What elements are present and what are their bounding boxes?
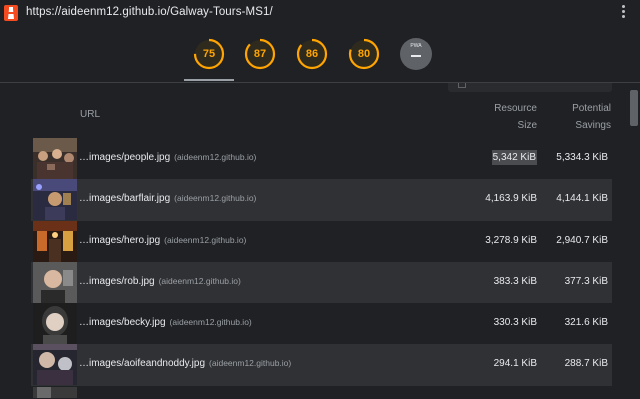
pwa-dash-icon <box>411 55 421 57</box>
column-header-potential-savings: Potential Savings <box>541 100 611 134</box>
score-value: 86 <box>305 48 319 60</box>
row-url[interactable]: …images/becky.jpg (aideenm12.github.io) <box>79 317 252 328</box>
pwa-badge[interactable]: PWA <box>400 38 432 70</box>
score-value: 80 <box>357 48 371 60</box>
row-url[interactable]: …images/aoifeandnoddy.jpg (aideenm12.gith… <box>79 358 291 369</box>
row-resource-size: 3,278.9 KiB <box>485 234 537 246</box>
address-bar: https://aideenm12.github.io/Galway-Tours… <box>0 0 640 26</box>
opportunity-details: URL Resource Size Potential Savings …ima… <box>0 83 640 399</box>
thumbnail-image <box>33 138 77 179</box>
header-line: Size <box>517 120 537 131</box>
row-resource-size: 383.3 KiB <box>493 275 537 287</box>
score-gauge-best-practices[interactable]: 86 <box>296 38 328 70</box>
filter-bar[interactable] <box>448 83 612 92</box>
table-row[interactable]: …images/becky.jpg (aideenm12.github.io) 3… <box>31 303 612 345</box>
table-row[interactable]: …images/hero.jpg (aideenm12.github.io) 3,… <box>31 220 612 262</box>
row-potential-savings: 5,334.3 KiB <box>556 152 608 163</box>
table-row-partial[interactable] <box>31 386 612 398</box>
row-potential-savings: 288.7 KiB <box>564 358 608 370</box>
row-path: …images/people.jpg <box>79 152 171 163</box>
thumbnail-image <box>33 344 77 386</box>
row-potential-savings: 2,940.7 KiB <box>556 234 608 246</box>
table-row[interactable]: …images/barflair.jpg (aideenm12.github.io… <box>31 179 612 221</box>
header-line: Savings <box>575 120 611 131</box>
pwa-label: PWA <box>410 43 422 49</box>
row-path: …images/aoifeandnoddy.jpg <box>79 358 206 370</box>
score-gauge-seo[interactable]: 80 <box>348 38 380 70</box>
url-text[interactable]: https://aideenm12.github.io/Galway-Tours… <box>26 6 273 18</box>
row-url[interactable]: …images/rob.jpg (aideenm12.github.io) <box>79 276 241 287</box>
row-potential-savings: 321.6 KiB <box>564 317 608 329</box>
search-icon <box>458 83 466 88</box>
score-summary: 75 87 86 80 PWA <box>0 26 640 83</box>
row-host: (aideenm12.github.io) <box>174 193 257 204</box>
score-gauge-accessibility[interactable]: 87 <box>244 38 276 70</box>
table-row[interactable]: …images/rob.jpg (aideenm12.github.io) 383… <box>31 261 612 304</box>
row-url[interactable]: …images/hero.jpg (aideenm12.github.io) <box>79 235 246 246</box>
table-row[interactable]: …images/people.jpg (aideenm12.github.io) … <box>31 138 612 179</box>
more-menu-icon[interactable] <box>622 5 626 21</box>
row-host: (aideenm12.github.io) <box>158 275 241 286</box>
row-path: …images/rob.jpg <box>79 275 155 287</box>
thumbnail-image <box>33 386 77 398</box>
row-path: …images/barflair.jpg <box>79 193 171 205</box>
row-url[interactable]: …images/barflair.jpg (aideenm12.github.io… <box>79 193 256 204</box>
lighthouse-icon <box>4 5 18 21</box>
table-row[interactable]: …images/aoifeandnoddy.jpg (aideenm12.gith… <box>31 344 612 386</box>
row-resource-size: 330.3 KiB <box>493 317 537 329</box>
score-gauge-performance[interactable]: 75 <box>193 38 225 70</box>
row-resource-size: 4,163.9 KiB <box>485 193 537 205</box>
row-url[interactable]: …images/people.jpg (aideenm12.github.io) <box>79 152 256 163</box>
row-host: (aideenm12.github.io) <box>169 317 252 328</box>
column-header-url: URL <box>80 109 101 120</box>
column-header-resource-size: Resource Size <box>470 100 537 134</box>
row-host: (aideenm12.github.io) <box>164 234 247 245</box>
header-line: Resource <box>494 103 537 114</box>
scrollbar-thumb[interactable] <box>630 90 638 126</box>
thumbnail-image <box>33 179 77 221</box>
active-tab-indicator <box>184 79 234 81</box>
row-resource-size: 294.1 KiB <box>493 358 537 370</box>
score-value: 75 <box>202 48 216 60</box>
row-path: …images/becky.jpg <box>79 317 166 329</box>
row-potential-savings: 377.3 KiB <box>564 275 608 287</box>
thumbnail-image <box>33 261 77 303</box>
row-resource-size: 5,342 KiB <box>491 150 537 165</box>
thumbnail-image <box>33 303 77 345</box>
row-host: (aideenm12.github.io) <box>209 358 292 369</box>
row-potential-savings: 4,144.1 KiB <box>556 193 608 205</box>
header-line: Potential <box>572 103 611 114</box>
row-path: …images/hero.jpg <box>79 234 161 246</box>
score-value: 87 <box>253 48 267 60</box>
thumbnail-image <box>33 220 77 262</box>
resource-table: …images/people.jpg (aideenm12.github.io) … <box>31 138 612 398</box>
row-host: (aideenm12.github.io) <box>174 152 257 162</box>
